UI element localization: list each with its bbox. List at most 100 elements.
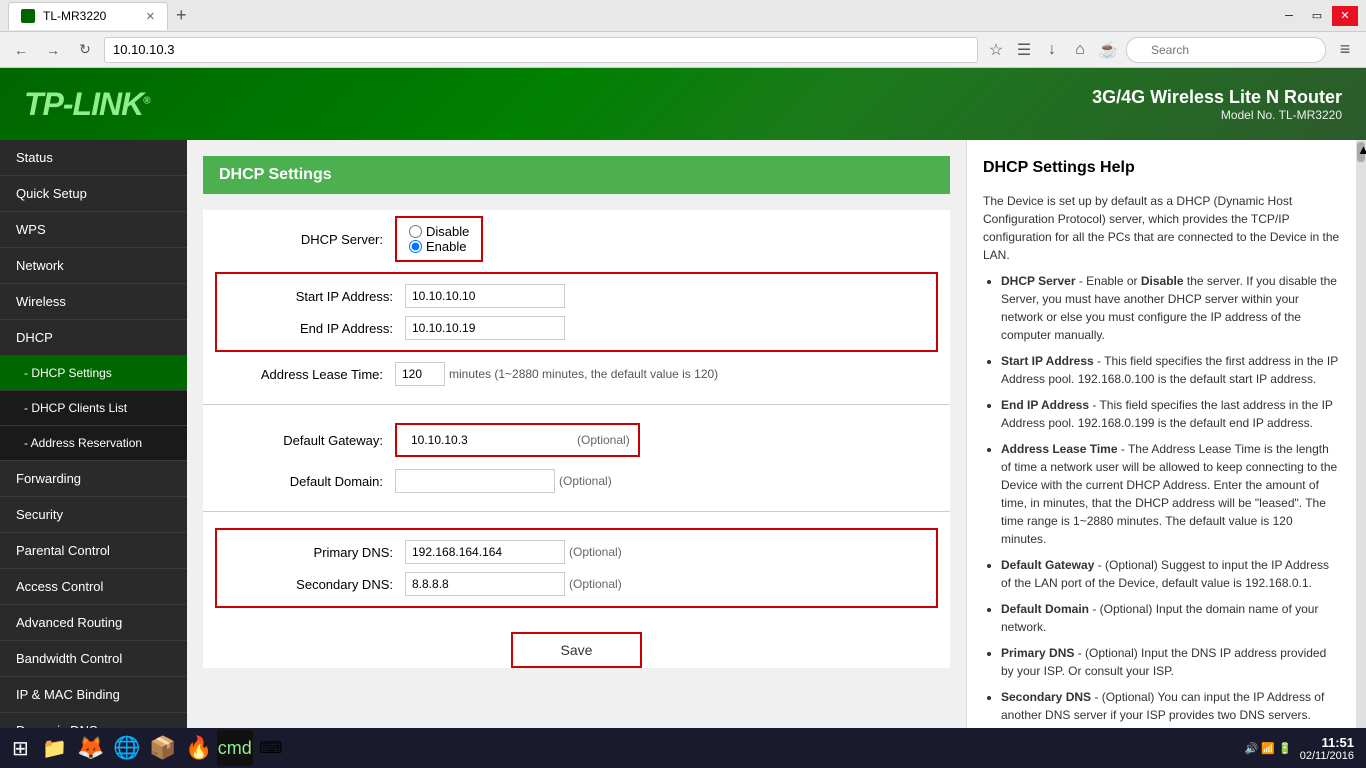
secondary-dns-label: Secondary DNS: bbox=[225, 577, 405, 592]
help-intro: The Device is set up by default as a DHC… bbox=[983, 192, 1340, 264]
divider-1 bbox=[203, 404, 950, 405]
back-button[interactable]: ← bbox=[8, 37, 34, 63]
shield-icon[interactable]: ☕ bbox=[1096, 38, 1120, 62]
help-panel: DHCP Settings Help The Device is set up … bbox=[966, 140, 1356, 768]
domain-input[interactable] bbox=[395, 469, 555, 493]
tab-close-button[interactable]: ✕ bbox=[146, 10, 155, 23]
address-bar[interactable] bbox=[104, 37, 978, 63]
dhcp-enable-radio[interactable] bbox=[409, 240, 422, 253]
bookmark-icon[interactable]: ☆ bbox=[984, 38, 1008, 62]
sidebar-item-forwarding[interactable]: Forwarding bbox=[0, 461, 187, 497]
gateway-box: (Optional) bbox=[395, 423, 640, 457]
secondary-dns-input[interactable] bbox=[405, 572, 565, 596]
tp-logo: TP-LINK® bbox=[24, 86, 150, 123]
primary-dns-row: Primary DNS: (Optional) bbox=[225, 536, 928, 568]
dhcp-server-label: DHCP Server: bbox=[215, 232, 395, 247]
tab-title: TL-MR3220 bbox=[43, 9, 106, 23]
logo-text: TP-LINK bbox=[24, 86, 143, 122]
toolbar-icons: ☆ ☰ ↓ ⌂ ☕ bbox=[984, 38, 1120, 62]
search-input[interactable] bbox=[1126, 37, 1326, 63]
section-header: DHCP Settings bbox=[203, 156, 950, 194]
close-button[interactable]: ✕ bbox=[1332, 6, 1358, 26]
taskbar-firefox[interactable]: 🦊 bbox=[73, 730, 109, 766]
minimize-button[interactable]: ─ bbox=[1276, 6, 1302, 26]
taskbar-chrome[interactable]: 🌐 bbox=[109, 730, 145, 766]
sidebar-item-dhcp-clients[interactable]: - DHCP Clients List bbox=[0, 391, 187, 426]
start-ip-input[interactable] bbox=[405, 284, 565, 308]
taskbar: ⊞ 📁 🦊 🌐 📦 🔥 cmd ⌨ 🔊 📶 🔋 11:51 02/11/2016 bbox=[0, 728, 1366, 768]
taskbar-terminal[interactable]: cmd bbox=[217, 730, 253, 766]
maximize-button[interactable]: ▭ bbox=[1304, 6, 1330, 26]
scrollbar-up[interactable]: ▲ bbox=[1357, 142, 1365, 162]
download-icon[interactable]: ↓ bbox=[1040, 38, 1064, 62]
help-item-dhcp-server: DHCP Server - Enable or Disable the serv… bbox=[1001, 272, 1340, 344]
right-scrollbar[interactable]: ▲ bbox=[1356, 140, 1366, 768]
end-ip-input[interactable] bbox=[405, 316, 565, 340]
taskbar-file-manager[interactable]: 📁 bbox=[37, 730, 73, 766]
browser-toolbar: ← → ↻ ☆ ☰ ↓ ⌂ ☕ 🔍 ≡ bbox=[0, 32, 1366, 68]
search-wrap: 🔍 bbox=[1126, 37, 1326, 63]
taskbar-right: 🔊 📶 🔋 11:51 02/11/2016 bbox=[1245, 735, 1362, 762]
product-name: 3G/4G Wireless Lite N Router bbox=[1092, 87, 1342, 108]
menu-button[interactable]: ≡ bbox=[1332, 37, 1358, 63]
domain-row: Default Domain: (Optional) bbox=[203, 463, 950, 499]
sidebar-item-access-control[interactable]: Access Control bbox=[0, 569, 187, 605]
help-item-gateway: Default Gateway - (Optional) Suggest to … bbox=[1001, 556, 1340, 592]
taskbar-kbd[interactable]: ⌨ bbox=[253, 730, 289, 766]
sidebar-item-network[interactable]: Network bbox=[0, 248, 187, 284]
help-item-primary-dns: Primary DNS - (Optional) Input the DNS I… bbox=[1001, 644, 1340, 680]
gateway-optional: (Optional) bbox=[577, 433, 630, 447]
dns-box: Primary DNS: (Optional) Secondary DNS: (… bbox=[215, 528, 938, 608]
sidebar-item-wireless[interactable]: Wireless bbox=[0, 284, 187, 320]
tab-favicon bbox=[21, 9, 35, 23]
help-item-start-ip: Start IP Address - This field specifies … bbox=[1001, 352, 1340, 388]
sidebar-item-parental-control[interactable]: Parental Control bbox=[0, 533, 187, 569]
start-ip-row: Start IP Address: bbox=[225, 280, 928, 312]
refresh-button[interactable]: ↻ bbox=[72, 37, 98, 63]
taskbar-time: 11:51 bbox=[1300, 735, 1354, 750]
sidebar-item-advanced-routing[interactable]: Advanced Routing bbox=[0, 605, 187, 641]
sidebar-item-dhcp-settings[interactable]: - DHCP Settings bbox=[0, 356, 187, 391]
dhcp-disable-radio[interactable] bbox=[409, 225, 422, 238]
start-button[interactable]: ⊞ bbox=[4, 736, 37, 761]
sidebar-item-security[interactable]: Security bbox=[0, 497, 187, 533]
reader-icon[interactable]: ☰ bbox=[1012, 38, 1036, 62]
forward-button[interactable]: → bbox=[40, 37, 66, 63]
lease-time-suffix: minutes (1~2880 minutes, the default val… bbox=[449, 367, 718, 381]
sidebar-item-status[interactable]: Status bbox=[0, 140, 187, 176]
dhcp-form: DHCP Server: Disable Enable bbox=[203, 210, 950, 668]
taskbar-date: 02/11/2016 bbox=[1300, 750, 1354, 762]
model-number: Model No. TL-MR3220 bbox=[1092, 108, 1342, 122]
trademark: ® bbox=[143, 95, 149, 106]
start-ip-label: Start IP Address: bbox=[225, 289, 405, 304]
sidebar-item-bandwidth-control[interactable]: Bandwidth Control bbox=[0, 641, 187, 677]
taskbar-clock: 11:51 02/11/2016 bbox=[1300, 735, 1354, 762]
window-controls: ─ ▭ ✕ bbox=[1276, 6, 1358, 26]
lease-time-input[interactable] bbox=[395, 362, 445, 386]
sidebar: Status Quick Setup WPS Network Wireless … bbox=[0, 140, 187, 768]
dhcp-server-box: Disable Enable bbox=[395, 216, 483, 262]
help-list: DHCP Server - Enable or Disable the serv… bbox=[983, 272, 1340, 724]
domain-label: Default Domain: bbox=[215, 474, 395, 489]
home-icon[interactable]: ⌂ bbox=[1068, 38, 1092, 62]
taskbar-firefox2[interactable]: 🔥 bbox=[181, 730, 217, 766]
sidebar-item-ip-mac-binding[interactable]: IP & MAC Binding bbox=[0, 677, 187, 713]
dhcp-disable-label[interactable]: Disable bbox=[409, 224, 469, 239]
gateway-input[interactable] bbox=[405, 429, 565, 451]
dhcp-enable-label[interactable]: Enable bbox=[409, 239, 469, 254]
gateway-row: Default Gateway: (Optional) bbox=[203, 417, 950, 463]
end-ip-row: End IP Address: bbox=[225, 312, 928, 344]
sidebar-item-address-reservation[interactable]: - Address Reservation bbox=[0, 426, 187, 461]
save-button[interactable]: Save bbox=[511, 632, 643, 668]
new-tab-button[interactable]: + bbox=[172, 5, 191, 26]
sidebar-item-wps[interactable]: WPS bbox=[0, 212, 187, 248]
sidebar-item-dhcp[interactable]: DHCP bbox=[0, 320, 187, 356]
taskbar-virtualbox[interactable]: 📦 bbox=[145, 730, 181, 766]
browser-titlebar: TL-MR3220 ✕ + ─ ▭ ✕ bbox=[0, 0, 1366, 32]
main-layout: Status Quick Setup WPS Network Wireless … bbox=[0, 140, 1366, 768]
primary-dns-label: Primary DNS: bbox=[225, 545, 405, 560]
help-item-domain: Default Domain - (Optional) Input the do… bbox=[1001, 600, 1340, 636]
primary-dns-input[interactable] bbox=[405, 540, 565, 564]
browser-tab[interactable]: TL-MR3220 ✕ bbox=[8, 2, 168, 30]
sidebar-item-quick-setup[interactable]: Quick Setup bbox=[0, 176, 187, 212]
